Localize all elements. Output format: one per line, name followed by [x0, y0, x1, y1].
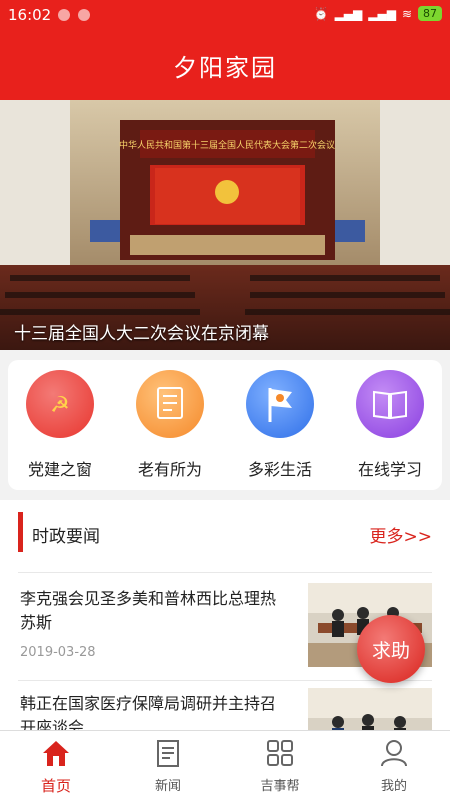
- wifi-icon: ≋: [401, 6, 412, 21]
- status-icons: ⏰ ▂▄▆ ▂▄▆ ≋ 87: [314, 6, 442, 21]
- quick-nav-label: 多彩生活: [247, 460, 312, 479]
- document-icon: [136, 370, 204, 438]
- notification-dot-icon: [78, 9, 90, 21]
- alarm-icon: ⏰: [313, 6, 329, 21]
- battery-icon: 87: [418, 6, 442, 21]
- quick-nav-party-window[interactable]: ☭ 党建之窗: [10, 370, 110, 480]
- notification-dot-icon: [58, 9, 70, 21]
- section-header: 时政要闻 更多>>: [18, 512, 432, 552]
- quick-nav: ☭ 党建之窗 老有所为 多彩生活 在线学习: [8, 360, 442, 490]
- app-title: 夕阳家园: [173, 54, 277, 82]
- tab-label: 首页: [40, 777, 71, 795]
- quick-nav-label: 老有所为: [137, 460, 202, 479]
- status-bar: 16:02 ⏰ ▂▄▆ ▂▄▆ ≋ 87: [0, 0, 450, 30]
- news-icon: [157, 740, 179, 767]
- tab-profile[interactable]: 我的: [354, 739, 434, 794]
- banner-image: 中华人民共和国第十三届全国人民代表大会第二次会议: [0, 100, 450, 350]
- quick-nav-colorful-life[interactable]: 多彩生活: [230, 370, 330, 480]
- flag-icon: [246, 370, 314, 438]
- party-emblem-icon: ☭: [26, 370, 94, 438]
- quick-nav-online-learning[interactable]: 在线学习: [340, 370, 440, 480]
- tab-news[interactable]: 新闻: [128, 739, 208, 794]
- section-title: 时政要闻: [32, 527, 100, 547]
- quick-nav-label: 党建之窗: [27, 460, 92, 479]
- grid-icon: [267, 740, 293, 766]
- user-icon: [381, 740, 407, 767]
- news-date: 2019-03-28: [20, 645, 96, 660]
- signal-icon: ▂▄▆: [334, 6, 363, 21]
- tab-label: 新闻: [154, 779, 181, 794]
- quick-nav-label: 在线学习: [357, 460, 422, 479]
- quick-nav-elderly-contribution[interactable]: 老有所为: [120, 370, 220, 480]
- section-accent-bar: [18, 512, 23, 552]
- help-button[interactable]: 求助: [357, 615, 425, 683]
- home-icon: [43, 741, 69, 766]
- bottom-tab-bar: 首页 新闻 吉事帮 我的: [0, 730, 450, 801]
- app-header: 夕阳家园: [0, 30, 450, 100]
- book-icon: [356, 370, 424, 438]
- status-time: 16:02: [8, 6, 52, 24]
- divider: [18, 572, 432, 573]
- tab-home[interactable]: 首页: [16, 739, 96, 796]
- tab-label: 吉事帮: [260, 779, 300, 794]
- banner-carousel[interactable]: 中华人民共和国第十三届全国人民代表大会第二次会议 十三届全国人大二次会议在京闭幕: [0, 100, 450, 350]
- tab-helper[interactable]: 吉事帮: [240, 739, 320, 794]
- news-title: 李克强会见圣多美和普林西比总理热苏斯: [20, 589, 277, 632]
- tab-label: 我的: [380, 779, 407, 794]
- emblem-icon: [215, 180, 239, 204]
- signal-icon: ▂▄▆: [368, 6, 396, 21]
- banner-screen-text: 中华人民共和国第十三届全国人民代表大会第二次会议: [119, 139, 335, 151]
- more-link[interactable]: 更多>>: [370, 522, 433, 547]
- svg-text:☭: ☭: [50, 393, 70, 418]
- banner-caption: 十三届全国人大二次会议在京闭幕: [14, 324, 269, 344]
